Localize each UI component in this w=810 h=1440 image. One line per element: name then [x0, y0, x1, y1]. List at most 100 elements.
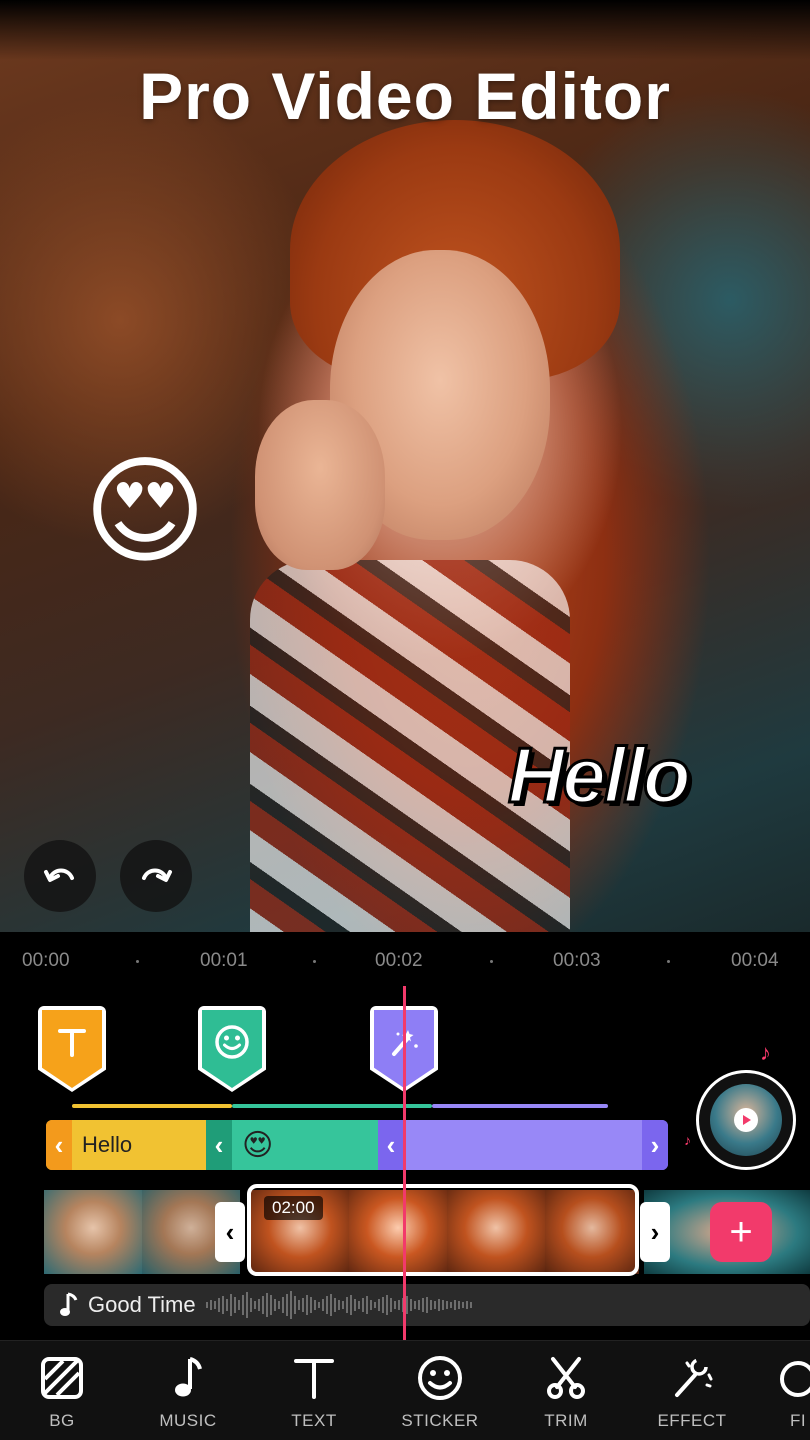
tool-sticker-label: STICKER: [401, 1411, 479, 1430]
waveform-bar: [281, 1297, 284, 1313]
tool-bg-label: BG: [49, 1411, 75, 1430]
clip-trim-left-handle[interactable]: ‹: [215, 1202, 245, 1262]
waveform-bar: [437, 1299, 440, 1311]
waveform-bar: [373, 1302, 376, 1308]
waveform-bar: [433, 1301, 436, 1309]
waveform-bar: [345, 1297, 348, 1313]
effect-layer-left-handle[interactable]: ‹: [378, 1120, 404, 1170]
waveform-bar: [217, 1298, 220, 1312]
waveform-bar: [317, 1302, 320, 1308]
waveform-bar: [297, 1300, 300, 1310]
effect-layer-bar[interactable]: ‹ ›: [378, 1120, 668, 1170]
sticker-layer-left-handle[interactable]: ‹: [206, 1120, 232, 1170]
waveform-bar: [413, 1301, 416, 1309]
waveform-bar: [313, 1300, 316, 1310]
filter-icon: [780, 1361, 810, 1397]
waveform-bar: [261, 1296, 264, 1314]
waveform-bar: [253, 1301, 256, 1309]
sticker-layer-emoji: 😍: [242, 1127, 274, 1163]
video-preview[interactable]: Pro Video Editor 😍 Hello: [0, 0, 810, 932]
waveform-bar: [329, 1294, 332, 1316]
waveform-bar: [245, 1292, 248, 1318]
text-icon: [294, 1359, 334, 1399]
tool-filter-button[interactable]: FI: [768, 1351, 810, 1431]
waveform-bar: [265, 1293, 268, 1317]
timeline-ruler: 00:00 00:01 00:02 00:03 00:04: [0, 950, 810, 974]
tool-text-button[interactable]: TEXT: [264, 1351, 364, 1431]
waveform-bar: [309, 1297, 312, 1313]
text-layer-marker[interactable]: [38, 1006, 106, 1092]
waveform-bar: [365, 1296, 368, 1314]
waveform-bar: [369, 1300, 372, 1310]
waveform-bar: [377, 1299, 380, 1311]
waveform-bar: [233, 1297, 236, 1313]
music-track[interactable]: Good Time: [44, 1284, 810, 1326]
undo-button[interactable]: [24, 840, 96, 912]
waveform-bar: [257, 1299, 260, 1311]
sticker-layer-marker[interactable]: [198, 1006, 266, 1092]
waveform-bar: [205, 1302, 208, 1308]
waveform-bar: [393, 1301, 396, 1309]
waveform-bar: [273, 1299, 276, 1311]
page-title: Pro Video Editor: [139, 59, 671, 133]
text-sticker[interactable]: Hello: [507, 730, 738, 821]
magic-wand-icon: [675, 1358, 713, 1397]
waveform-bar: [333, 1298, 336, 1312]
waveform-bar: [389, 1298, 392, 1312]
effect-layer-right-handle[interactable]: ›: [642, 1120, 668, 1170]
ruler-tick: 00:03: [553, 950, 601, 971]
waveform-bar: [337, 1300, 340, 1310]
waveform-bar: [441, 1300, 444, 1310]
sticker-range-line: [232, 1104, 432, 1108]
waveform-bar: [241, 1295, 244, 1315]
ruler-dot: [667, 960, 670, 963]
waveform-bar: [425, 1297, 428, 1313]
tool-trim-button[interactable]: TRIM: [516, 1351, 616, 1431]
clip-duration-badge: 02:00: [264, 1196, 323, 1220]
waveform-bar: [289, 1291, 292, 1319]
ruler-tick: 00:04: [731, 950, 779, 971]
music-note-icon: ♪: [684, 1132, 691, 1148]
redo-icon: [142, 868, 172, 882]
tool-effect-label: EFFECT: [657, 1411, 727, 1430]
clip-trim-right-handle[interactable]: ›: [640, 1202, 670, 1262]
waveform-bar: [225, 1299, 228, 1311]
tool-music-label: MUSIC: [159, 1411, 217, 1430]
ruler-tick: 00:00: [22, 950, 70, 971]
waveform-bar: [209, 1300, 212, 1310]
music-disc-button[interactable]: [696, 1070, 796, 1170]
waveform-bar: [249, 1298, 252, 1312]
video-clip-strip[interactable]: 02:00 ‹ › +: [44, 1184, 810, 1276]
waveform-bar: [325, 1296, 328, 1314]
preview-image-hand: [255, 400, 385, 570]
scissors-icon: [547, 1357, 585, 1399]
smiley-icon: [418, 1356, 462, 1400]
playhead[interactable]: [403, 986, 406, 1342]
waveform-bar: [349, 1295, 352, 1315]
text-layer-left-handle[interactable]: ‹: [46, 1120, 72, 1170]
waveform-bar: [381, 1297, 384, 1313]
ruler-tick: 00:02: [375, 950, 423, 971]
waveform-bar: [385, 1295, 388, 1315]
sticker-layer-bar[interactable]: ‹ 😍: [206, 1120, 406, 1170]
waveform-bar: [417, 1300, 420, 1310]
redo-button[interactable]: [120, 840, 192, 912]
tool-effect-button[interactable]: EFFECT: [642, 1351, 742, 1431]
waveform-bar: [277, 1301, 280, 1309]
waveform-bar: [453, 1300, 456, 1310]
tool-filter-label: FI: [790, 1411, 807, 1430]
add-clip-button[interactable]: +: [710, 1202, 772, 1262]
waveform-bar: [357, 1301, 360, 1309]
bottom-toolbar: BG MUSIC TEXT STICKER TRIM EFFECT FI: [0, 1340, 810, 1440]
tool-bg-button[interactable]: BG: [12, 1351, 112, 1431]
tool-music-button[interactable]: MUSIC: [138, 1351, 238, 1431]
music-waveform: [205, 1290, 472, 1320]
waveform-bar: [445, 1301, 448, 1309]
effect-range-line: [432, 1104, 608, 1108]
ruler-dot: [490, 960, 493, 963]
waveform-bar: [361, 1298, 364, 1312]
waveform-bar: [321, 1299, 324, 1311]
tool-sticker-button[interactable]: STICKER: [390, 1351, 490, 1431]
ruler-tick: 00:01: [200, 950, 248, 971]
emoji-sticker[interactable]: 😍: [74, 440, 216, 582]
